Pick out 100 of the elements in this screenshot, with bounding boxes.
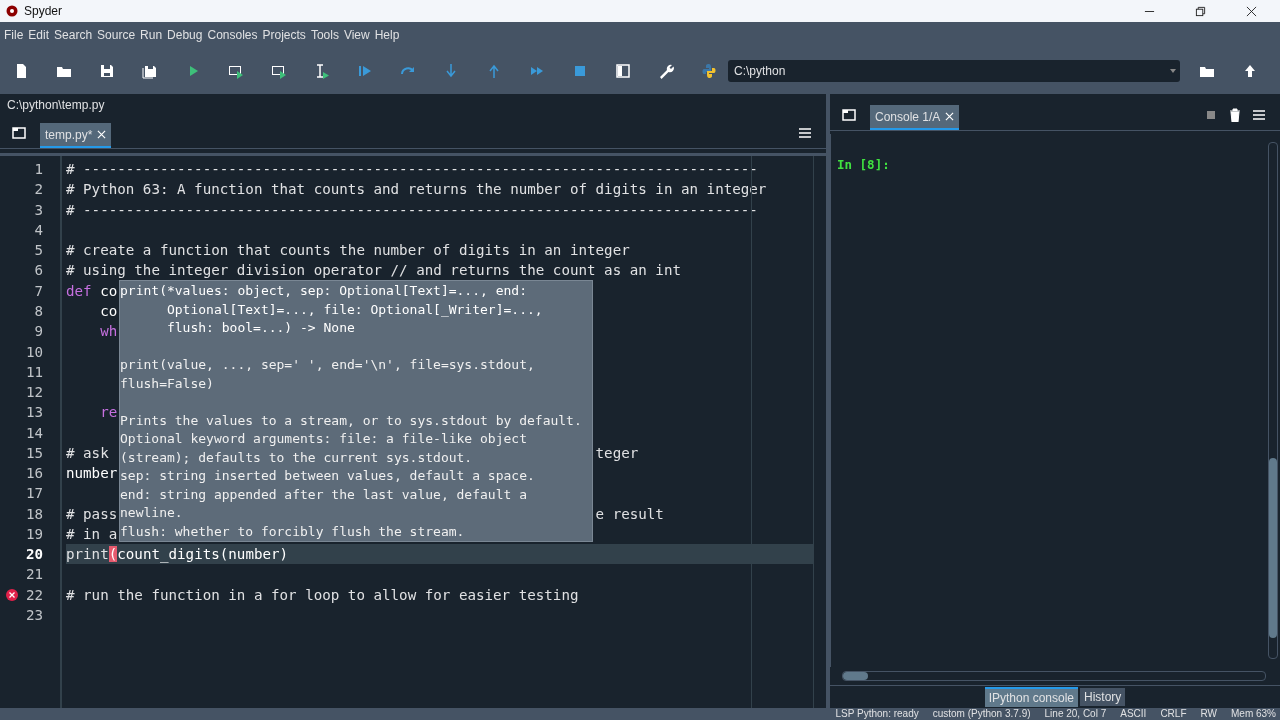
scrollbar-thumb[interactable]	[1269, 458, 1277, 638]
working-directory-field[interactable]: C:\python	[728, 60, 1180, 82]
line-number: 11	[25, 363, 43, 380]
menu-icon[interactable]	[1252, 108, 1266, 122]
line-number: 17	[25, 485, 43, 502]
run-selection-icon[interactable]	[314, 63, 330, 79]
signature-text: flush: bool=...) -> None	[165, 319, 356, 337]
stop-icon[interactable]	[1204, 108, 1218, 122]
docstring-text: (stream); defaults to the current sys.stdout.	[120, 449, 473, 465]
code-line: # run the function in a for loop to allow for easier testing	[66, 585, 579, 605]
save-all-icon[interactable]	[142, 63, 158, 79]
menu-icon[interactable]	[798, 126, 812, 140]
line-number: 7	[34, 282, 43, 299]
line-number: 22	[25, 586, 43, 603]
usage-text: flush=False)	[120, 375, 214, 391]
run-cell-advance-icon[interactable]	[271, 63, 287, 79]
code-line: # ask	[66, 443, 109, 463]
stop-icon[interactable]	[572, 63, 588, 79]
app-logo-icon	[6, 5, 18, 17]
menu-item[interactable]: Edit	[28, 28, 50, 42]
signature-text: print(*values: object, sep: Optional[Text]=..., end:	[120, 282, 528, 300]
code-line: # create a function that counts the number of digits in an integer	[66, 241, 630, 261]
menu-item[interactable]: Debug	[167, 28, 203, 42]
code-line: def co	[66, 281, 118, 301]
code-line: re	[99, 403, 118, 423]
code-line: # -------------------------------------------------------------------------------	[66, 160, 758, 179]
code-line: co	[99, 301, 118, 321]
menu-item[interactable]: Help	[374, 28, 400, 42]
menu-item[interactable]: Run	[140, 28, 163, 42]
line-number: 9	[34, 323, 43, 340]
line-number: 15	[25, 444, 43, 461]
wrench-icon[interactable]	[658, 63, 674, 79]
menu-item[interactable]: Projects	[262, 28, 306, 42]
code-text: teger	[595, 443, 639, 463]
line-number: 14	[25, 424, 43, 441]
menu-item[interactable]: Source	[97, 28, 136, 42]
menu-item[interactable]: File	[4, 28, 24, 42]
step-into-icon[interactable]	[443, 63, 459, 79]
browse-tabs-icon[interactable]	[12, 126, 26, 140]
browse-tabs-icon[interactable]	[842, 108, 856, 122]
line-number: 5	[34, 242, 43, 259]
caret-icon[interactable]	[1170, 69, 1176, 73]
scrollbar[interactable]	[842, 671, 1266, 681]
code-line: print(count_digits(number)	[66, 545, 289, 565]
status-item: ASCII	[1120, 708, 1147, 720]
code-text: e result	[595, 504, 664, 524]
menu-item[interactable]: Search	[54, 28, 93, 42]
line-number: 8	[34, 303, 43, 319]
line-number: 12	[25, 384, 43, 401]
pane-tab[interactable]: IPython console	[984, 687, 1078, 707]
usage-text: print(value, ..., sep=' ', end='\n', file=sys.stdout,	[120, 357, 535, 372]
status-item: CRLF	[1160, 708, 1187, 720]
step-out-icon[interactable]	[486, 63, 502, 79]
status-item: Line 20, Col 7	[1044, 708, 1107, 720]
line-number: 21	[25, 566, 43, 583]
docstring-text: Optional keyword arguments: file: a file-like object	[120, 431, 527, 446]
code-line: # in a	[66, 524, 118, 544]
code-line: # pass	[66, 504, 118, 524]
line-number: 16	[25, 465, 43, 482]
file-tab[interactable]: temp.py*	[40, 123, 112, 148]
line-number: 20	[25, 546, 43, 563]
trash-icon[interactable]	[1228, 108, 1242, 122]
status-item: LSP Python: ready	[835, 708, 919, 720]
scrollbar[interactable]	[1268, 142, 1278, 659]
save-icon[interactable]	[99, 63, 115, 79]
line-number: 23	[25, 606, 43, 623]
docstring-text: end: string appended after the last value, default a	[120, 486, 527, 502]
docstring-text: newline.	[120, 505, 183, 520]
line-number: 10	[25, 343, 43, 360]
pane-tab[interactable]: History	[1080, 688, 1126, 706]
line-number: 4	[34, 221, 43, 238]
menu-item[interactable]: Tools	[310, 28, 339, 42]
status-item: RW	[1200, 708, 1217, 720]
code-line: # -------------------------------------------------------------------------------	[66, 200, 758, 220]
code-line: number	[66, 464, 118, 483]
docstring-text: flush: whether to forcibly flush the stream.	[120, 523, 465, 539]
docstring-text: Prints the values to a stream, or to sys.stdout by default.	[120, 412, 582, 428]
interpreter-icon[interactable]	[701, 63, 717, 79]
line-number: 13	[25, 404, 43, 421]
run-cell-icon[interactable]	[228, 63, 244, 79]
maximize-pane-icon[interactable]	[615, 63, 631, 79]
line-number: 1	[34, 161, 43, 178]
debug-icon[interactable]	[357, 63, 373, 79]
scrollbar-thumb[interactable]	[843, 672, 868, 680]
code-line: wh	[99, 322, 118, 342]
menu-item[interactable]: View	[343, 28, 370, 42]
line-number: 6	[34, 262, 43, 279]
up-arrow-icon[interactable]	[1242, 63, 1258, 79]
close-icon[interactable]	[1246, 5, 1257, 17]
docstring-text: sep: string inserted between values, default a space.	[120, 468, 535, 483]
line-number: 3	[34, 201, 43, 218]
console-tab[interactable]: Console 1/A	[870, 105, 960, 130]
window-title: Spyder	[24, 4, 63, 18]
line-number: 2	[34, 181, 43, 198]
signature-text: Optional[Text]=..., file: Optional[_Writer]=...,	[165, 300, 544, 319]
restore-icon[interactable]	[1195, 5, 1206, 17]
menu-item[interactable]: Consoles	[207, 28, 258, 42]
console-prompt: In [8]:	[837, 157, 890, 172]
line-number: 19	[25, 525, 43, 542]
status-item: Mem 63%	[1231, 708, 1276, 720]
